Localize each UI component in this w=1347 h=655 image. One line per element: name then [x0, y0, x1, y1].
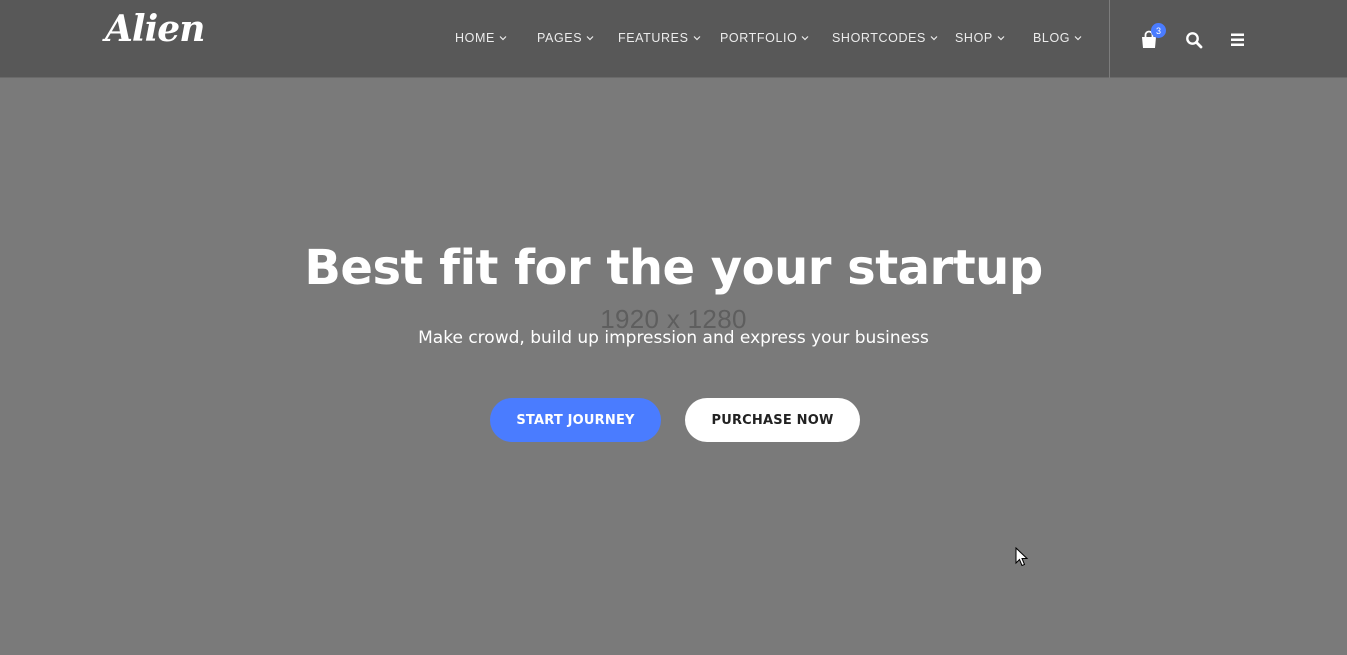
nav-item-shop[interactable]: SHOP — [955, 31, 1005, 45]
nav-item-pages[interactable]: PAGES — [537, 31, 594, 45]
hero-subline: Make crowd, build up impression and expr… — [418, 328, 929, 348]
cart-count-badge: 3 — [1151, 23, 1166, 38]
nav-item-features[interactable]: FEATURES — [618, 31, 701, 45]
nav-item-label: HOME — [455, 31, 495, 45]
chevron-down-icon — [693, 36, 700, 41]
purchase-now-button[interactable]: PURCHASE NOW — [685, 398, 860, 442]
chevron-down-icon — [801, 36, 809, 41]
chevron-down-icon — [997, 36, 1005, 41]
nav-item-label: SHORTCODES — [832, 31, 926, 45]
nav-item-label: BLOG — [1033, 31, 1071, 45]
nav-item-label: PAGES — [537, 31, 583, 45]
search-icon[interactable] — [1185, 31, 1203, 49]
brand-logo[interactable]: Alien — [105, 8, 205, 50]
chevron-down-icon — [930, 36, 938, 41]
start-journey-button[interactable]: START JOURNEY — [490, 398, 661, 442]
nav-item-label: FEATURES — [618, 31, 689, 45]
chevron-down-icon — [1074, 36, 1082, 41]
nav-item-portfolio[interactable]: PORTFOLIO — [720, 31, 809, 45]
site-header: Alien HOME PAGES FEATURES PORTFOLIO SHOR… — [0, 0, 1347, 78]
nav-item-shortcodes[interactable]: SHORTCODES — [832, 31, 938, 45]
hero-headline: Best fit for the your startup — [304, 240, 1043, 296]
chevron-down-icon — [586, 36, 594, 41]
nav-item-home[interactable]: HOME — [455, 31, 507, 45]
nav-item-label: PORTFOLIO — [720, 31, 798, 45]
nav-item-blog[interactable]: BLOG — [1033, 31, 1082, 45]
chevron-down-icon — [499, 36, 507, 41]
nav-item-label: SHOP — [955, 31, 993, 45]
mouse-cursor-icon — [1015, 547, 1029, 567]
header-divider — [1109, 0, 1110, 78]
hamburger-menu-icon[interactable] — [1229, 32, 1247, 48]
